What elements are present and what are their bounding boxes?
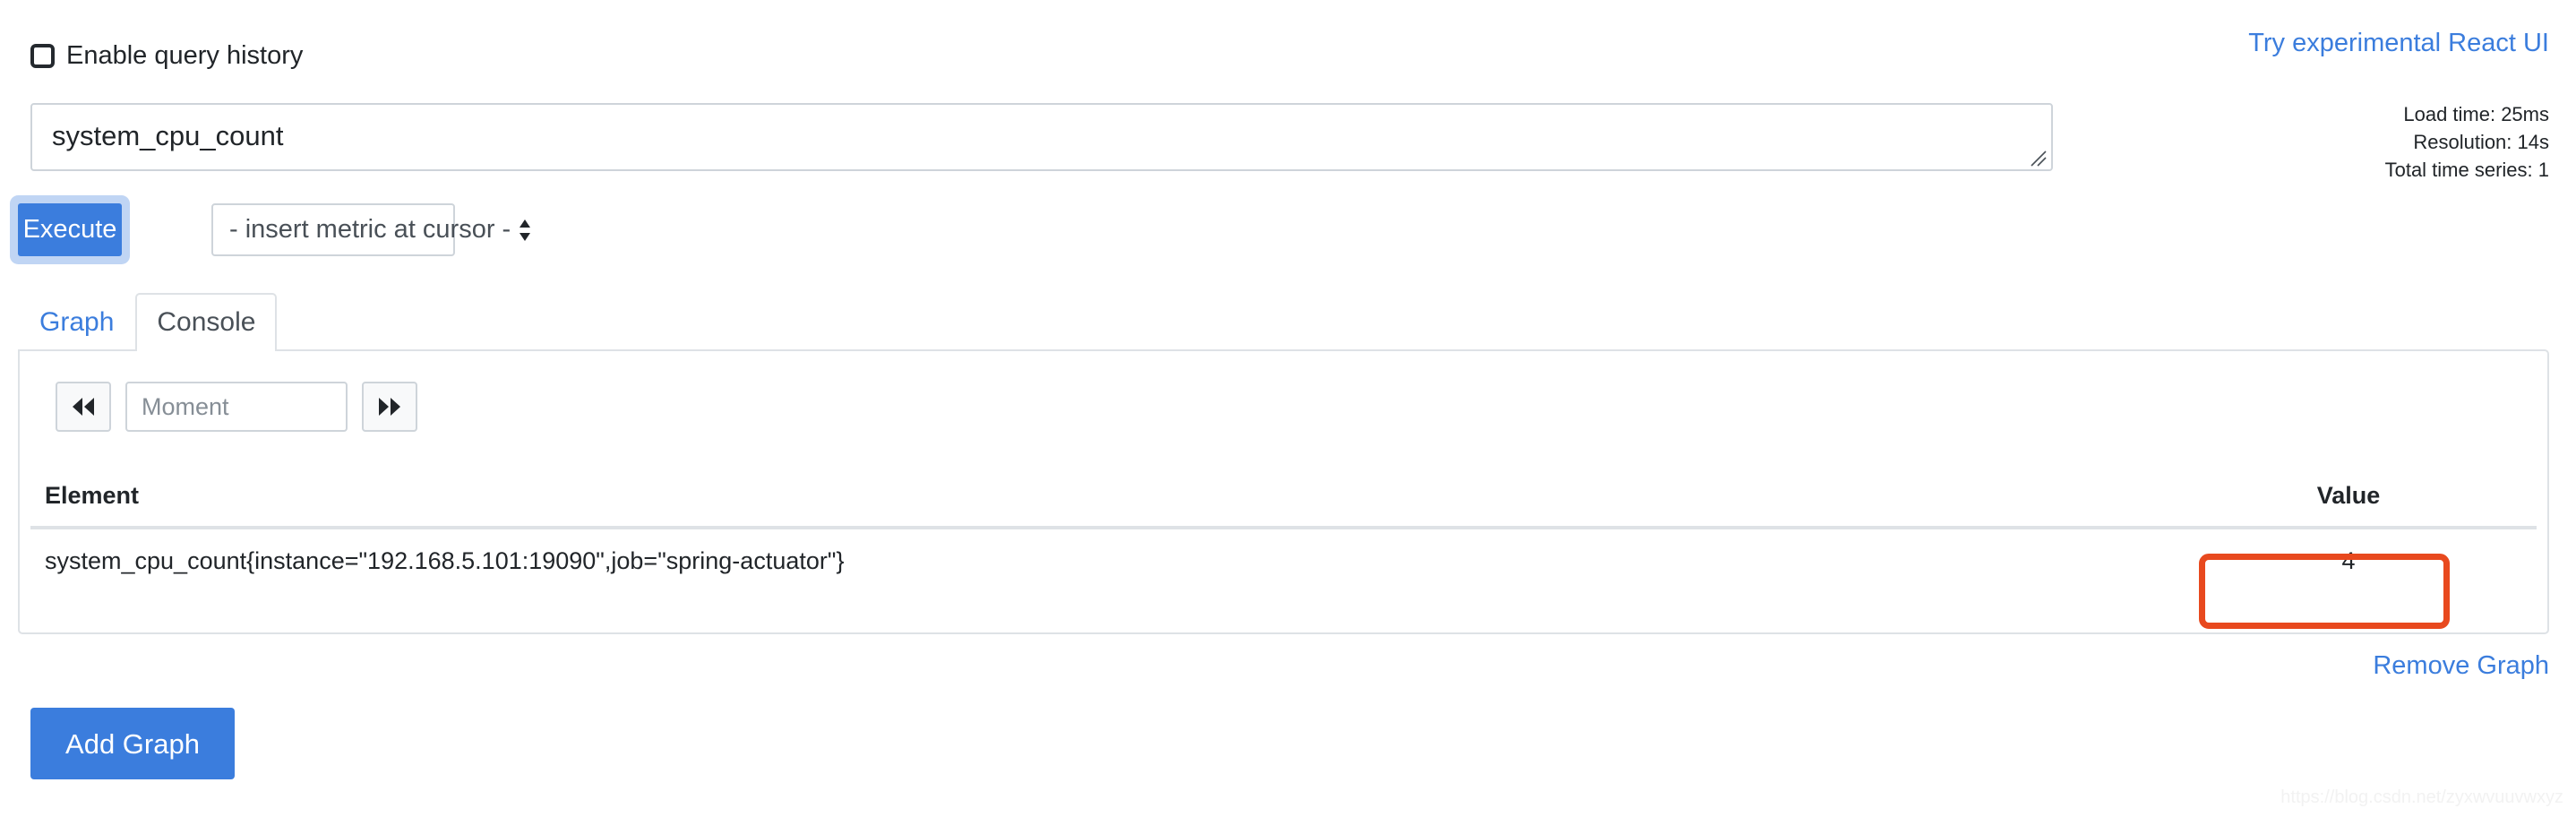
results-table: Element Value system_cpu_count{instance=… xyxy=(30,471,2537,593)
try-experimental-react-ui-link[interactable]: Try experimental React UI xyxy=(2248,29,2549,58)
add-graph-button[interactable]: Add Graph xyxy=(30,708,235,779)
watermark: https://blog.csdn.net/zyxwvuuvwxyz xyxy=(2280,787,2563,807)
table-header-row: Element Value xyxy=(30,471,2537,529)
column-header-element: Element xyxy=(30,471,2160,529)
cell-element: system_cpu_count{instance="192.168.5.101… xyxy=(45,547,845,574)
step-forward-button[interactable] xyxy=(362,382,417,432)
remove-graph-link[interactable]: Remove Graph xyxy=(2373,651,2549,681)
insert-metric-select-value: - insert metric at cursor - xyxy=(229,215,511,244)
enable-query-history-checkbox[interactable] xyxy=(30,44,55,68)
load-time-stat: Load time: 25ms xyxy=(2403,103,2549,125)
query-history-row: Enable query history xyxy=(30,43,303,69)
step-backward-button[interactable] xyxy=(56,382,111,432)
enable-query-history-label: Enable query history xyxy=(66,41,304,70)
total-time-series-stat: Total time series: 1 xyxy=(2384,159,2549,182)
query-expression-input[interactable] xyxy=(30,103,2053,171)
result-tabs: Graph Console xyxy=(18,293,278,351)
moment-controls xyxy=(56,382,417,432)
double-chevron-left-icon xyxy=(73,398,94,416)
column-header-value: Value xyxy=(2160,471,2537,529)
tab-graph[interactable]: Graph xyxy=(18,293,135,351)
double-chevron-right-icon xyxy=(379,398,400,416)
cell-value: 4 xyxy=(2341,547,2356,574)
resolution-stat: Resolution: 14s xyxy=(2413,131,2549,154)
execute-button[interactable]: Execute xyxy=(18,203,122,256)
console-panel: Element Value system_cpu_count{instance=… xyxy=(18,349,2549,634)
tab-console[interactable]: Console xyxy=(135,293,278,351)
select-updown-arrows-icon xyxy=(519,219,531,241)
prometheus-expression-browser: Enable query history Try experimental Re… xyxy=(0,0,2576,817)
insert-metric-select[interactable]: - insert metric at cursor - xyxy=(211,203,531,256)
table-row[interactable]: system_cpu_count{instance="192.168.5.101… xyxy=(30,528,2537,593)
moment-input[interactable] xyxy=(125,382,348,432)
query-stats: Load time: 25ms Resolution: 14s Total ti… xyxy=(2385,100,2549,185)
